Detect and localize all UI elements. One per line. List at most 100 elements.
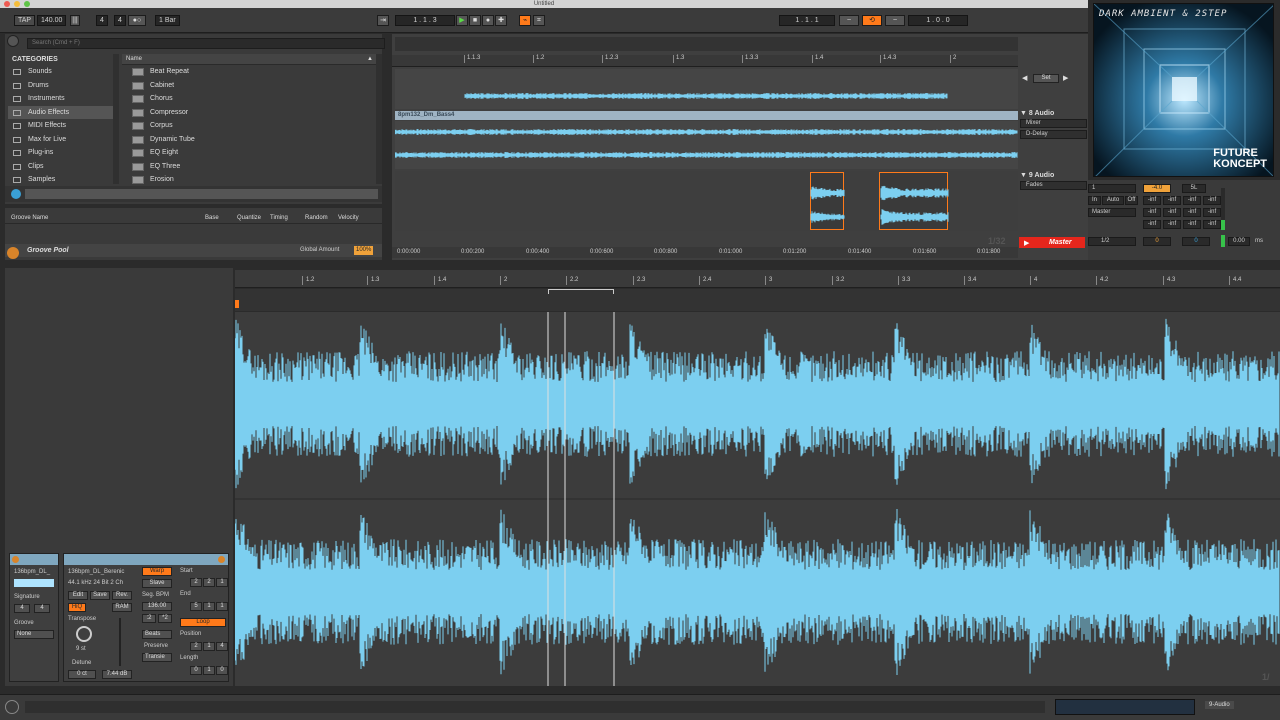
categories-scrollbar[interactable] (113, 54, 119, 184)
browser-item[interactable]: Erosion (122, 173, 377, 187)
set-button[interactable]: Set (1033, 74, 1059, 83)
seg-bpm-field[interactable]: 136.00 (142, 602, 172, 611)
end-bar-field[interactable]: 5 (190, 602, 202, 611)
tap-tempo-button[interactable]: TAP (14, 15, 36, 26)
output-dropdown[interactable]: Master (1088, 208, 1136, 217)
master-volume-field[interactable]: 0 (1143, 237, 1171, 246)
clip-signature-numerator[interactable]: 4 (14, 604, 30, 613)
track-volume-field[interactable]: -4.0 (1143, 184, 1171, 193)
items-scrollbar[interactable] (376, 54, 382, 184)
play-icon[interactable] (5, 700, 19, 714)
clip-signature-denominator[interactable]: 4 (34, 604, 50, 613)
time-ruler[interactable]: 0:00:000 0:00:200 0:00:400 0:00:600 0:00… (392, 247, 1018, 258)
clip-activator-icon[interactable] (12, 556, 19, 563)
category-item[interactable]: Plug-ins (8, 146, 114, 160)
master-pan-field[interactable]: 0 (1182, 237, 1210, 246)
start-bar-field[interactable]: 2 (190, 578, 202, 587)
loop-brace[interactable] (548, 289, 614, 294)
browser-item[interactable]: Compressor (122, 106, 377, 120)
sample-waveform-display[interactable] (234, 312, 1280, 686)
end-beat-field[interactable]: 1 (203, 602, 215, 611)
gain-field[interactable]: 7.44 dB (102, 670, 132, 679)
name-column-header[interactable]: Name ▲ (122, 54, 377, 65)
hiq-button[interactable]: HiQ (68, 603, 86, 612)
stop-icon[interactable]: ■ (469, 15, 481, 26)
groove-pool-icon[interactable] (7, 247, 19, 259)
next-locator-icon[interactable]: ▶ (1063, 74, 1068, 82)
prev-locator-icon[interactable]: ◀ (1022, 74, 1027, 82)
length-bar-field[interactable]: 0 (190, 666, 202, 675)
clip-color-swatch[interactable] (14, 579, 54, 587)
fold-icon[interactable]: ▼ (1020, 172, 1029, 179)
fold-icon[interactable]: ▼ (1020, 110, 1029, 117)
master-channel-dropdown[interactable]: 1/2 (1088, 237, 1136, 246)
edit-button[interactable]: Edit (68, 591, 88, 600)
category-item[interactable]: Instruments (8, 92, 114, 106)
track-number-field[interactable]: 1 (1088, 184, 1136, 193)
warp-marker-strip[interactable] (235, 289, 1280, 311)
detune-field[interactable]: 0 ct (68, 670, 96, 679)
half-tempo-button[interactable]: :2 (142, 614, 156, 623)
loop-switch-icon[interactable]: ⟲ (862, 15, 882, 26)
slave-button[interactable]: Slave (142, 579, 172, 588)
gain-slider-track[interactable] (119, 618, 121, 666)
category-item[interactable]: Max for Live (8, 133, 114, 147)
track-header-8-audio[interactable]: ▼ 8 Audio Mixer D-Delay (1020, 110, 1087, 139)
send-a-field[interactable]: -inf (1143, 196, 1161, 205)
play-icon[interactable]: ▶ (456, 15, 468, 26)
automation-arm-icon[interactable]: ⌁ (519, 15, 531, 26)
preview-icon[interactable] (11, 189, 21, 199)
position-beat-field[interactable]: 1 (203, 642, 215, 651)
send-b3-field[interactable]: -inf (1163, 220, 1181, 229)
category-item[interactable]: Clips (8, 160, 114, 174)
preserve-dropdown[interactable]: Transie (142, 653, 172, 662)
category-item-selected[interactable]: Audio Effects (8, 105, 114, 119)
track-header-9-audio[interactable]: ▼ 9 Audio Fades (1020, 172, 1087, 190)
clip-overview[interactable] (1055, 699, 1195, 715)
warp-button[interactable]: Warp (142, 567, 172, 576)
follow-icon[interactable]: ⇥ (377, 15, 389, 26)
send-a3-field[interactable]: -inf (1143, 220, 1161, 229)
category-item[interactable]: Sounds (8, 65, 114, 79)
send-b2-field[interactable]: -inf (1163, 208, 1181, 217)
send-d3-field[interactable]: -inf (1203, 220, 1221, 229)
position-bar-field[interactable]: 2 (190, 642, 202, 651)
position-sixteenth-field[interactable]: 4 (216, 642, 228, 651)
loop-length-field[interactable]: 1 . 0 . 0 (908, 15, 968, 26)
sample-title-bar[interactable] (64, 554, 228, 565)
category-item[interactable]: Drums (8, 79, 114, 93)
category-item[interactable]: Samples (8, 173, 114, 187)
sample-beat-ruler[interactable]: 1.2 1.3 1.4 2 2.2 2.3 2.4 3 3.2 3.3 3.4 … (235, 270, 1280, 288)
mixer-dropdown[interactable]: Mixer (1020, 119, 1087, 128)
send-d2-field[interactable]: -inf (1203, 208, 1221, 217)
punch-out-icon[interactable]: ~ (885, 15, 905, 26)
sample-activator-icon[interactable] (218, 556, 225, 563)
start-marker[interactable] (235, 300, 239, 308)
ram-button[interactable]: RAM (112, 603, 132, 612)
quantize-menu[interactable]: 1 Bar (155, 15, 180, 26)
clip-title-bar[interactable] (10, 554, 58, 565)
metronome-icon[interactable]: ●○ (128, 15, 146, 26)
send-b-field[interactable]: -inf (1163, 196, 1181, 205)
preview-scrubber[interactable] (25, 189, 378, 199)
monitor-off-button[interactable]: Off (1125, 196, 1138, 205)
warp-mode-dropdown[interactable]: Beats (142, 630, 172, 639)
arrangement-position-field[interactable]: 1 . 1 . 3 (395, 15, 455, 26)
category-item[interactable]: MIDI Effects (8, 119, 114, 133)
track-pan-field[interactable]: 5L (1182, 184, 1206, 193)
double-tempo-button[interactable]: *2 (158, 614, 172, 623)
metronome-bars-icon[interactable]: ||| (70, 15, 80, 26)
end-sixteenth-field[interactable]: 1 (216, 602, 228, 611)
tempo-field[interactable]: 140.00 (37, 15, 67, 26)
transpose-knob[interactable] (76, 626, 92, 642)
length-sixteenth-field[interactable]: 0 (216, 666, 228, 675)
send-c2-field[interactable]: -inf (1183, 208, 1201, 217)
browser-item[interactable]: EQ Three (122, 160, 377, 174)
length-beat-field[interactable]: 1 (203, 666, 215, 675)
loop-button[interactable]: Loop (180, 618, 226, 627)
beat-ruler[interactable]: 1.1.3 1.2 1.2.3 1.3 1.3.3 1.4 1.4.3 2 (392, 55, 1018, 67)
overdub-icon[interactable]: ✚ (495, 15, 507, 26)
send-c3-field[interactable]: -inf (1183, 220, 1201, 229)
start-beat-field[interactable]: 2 (203, 578, 215, 587)
cue-volume-field[interactable]: 0.00 (1228, 237, 1250, 246)
